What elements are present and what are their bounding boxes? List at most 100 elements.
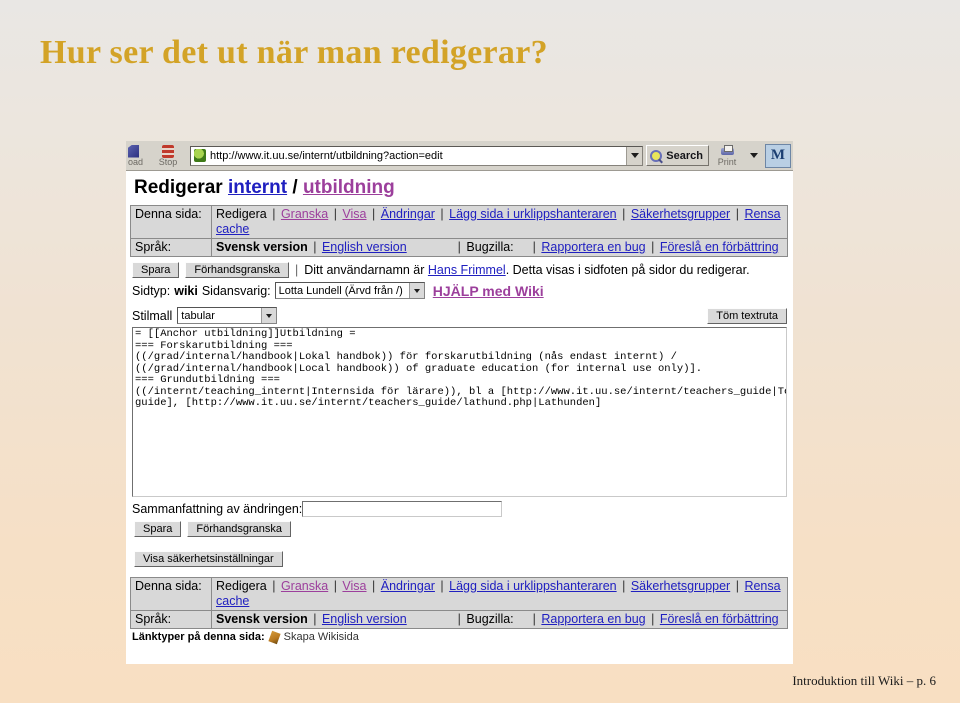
bottom-actions-row: Spara Förhandsgranska [126, 519, 793, 543]
nav-item-redigera: Redigera [216, 579, 267, 593]
mozilla-logo-icon: M [765, 143, 791, 168]
select-arrow-button[interactable] [408, 283, 424, 298]
search-button[interactable]: Search [646, 145, 709, 166]
stylesheet-select[interactable]: tabular [177, 307, 278, 324]
bugzilla-report-link[interactable]: Rapportera en bug [541, 612, 645, 626]
link-types-label: Länktyper på denna sida: [132, 631, 265, 643]
summary-input[interactable] [302, 501, 503, 517]
nav-item-andringar[interactable]: Ändringar [381, 579, 435, 593]
nav-item-andringar[interactable]: Ändringar [381, 207, 435, 221]
divider: | [294, 263, 299, 277]
nav-separator: | [622, 579, 626, 593]
save-button-top[interactable]: Spara [132, 262, 180, 278]
nav-separator: | [440, 207, 444, 221]
select-arrow-button[interactable] [261, 308, 277, 323]
pagetype-value: wiki [174, 283, 198, 298]
heading-link-internt[interactable]: internt [228, 177, 287, 198]
navbar-links-language: Svensk version | English version | Bugzi… [211, 610, 788, 629]
save-button-bottom[interactable]: Spara [134, 521, 182, 537]
owner-select-value: Lotta Lundell (Ärvd från /) [278, 284, 403, 297]
navbar-row-language: Språk: Svensk version | English version … [130, 238, 788, 257]
stylesheet-select-value: tabular [181, 309, 215, 322]
page-meta-row: Sidtyp: wiki Sidansvarig: Lotta Lundell … [126, 280, 793, 303]
owner-label: Sidansvarig: [201, 283, 271, 298]
slide-footer: Introduktion till Wiki – p. 6 [792, 673, 936, 688]
nav-separator: | [440, 579, 444, 593]
heading-prefix: Redigerar [134, 177, 228, 198]
nav-separator: | [372, 207, 376, 221]
bugzilla-suggest-link[interactable]: Föreslå en förbättring [660, 612, 779, 626]
nav-separator: | [272, 579, 276, 593]
navbar-links-page: Redigera | Granska | Visa | Ändringar | … [211, 577, 788, 611]
url-bar[interactable]: http://www.it.uu.se/internt/utbildning?a… [190, 145, 644, 166]
stylesheet-row: Stilmall tabular Töm textruta [126, 303, 793, 327]
nav-separator: | [457, 612, 461, 626]
wiki-source-textarea[interactable]: = [[Anchor utbildning]]Utbildning = === … [132, 327, 787, 497]
lang-english[interactable]: English version [322, 612, 407, 626]
owner-select[interactable]: Lotta Lundell (Ärvd från /) [274, 282, 425, 299]
preview-button-top[interactable]: Förhandsgranska [185, 262, 289, 278]
link-type-skapa-wikisida: Skapa Wikisida [283, 631, 359, 643]
site-favicon-icon [194, 149, 206, 162]
heading-separator: / [287, 177, 303, 198]
nav-item-lagg-sida[interactable]: Lägg sida i urklippshanteraren [449, 207, 616, 221]
heading-link-utbildning[interactable]: utbildning [303, 177, 395, 198]
nav-item-visa[interactable]: Visa [342, 207, 366, 221]
show-security-settings-button[interactable]: Visa säkerhetsinställningar [134, 551, 283, 567]
nav-separator: | [651, 240, 655, 254]
username-notice: Ditt användarnamn är Hans Frimmel. Detta… [304, 263, 749, 277]
nav-separator: | [651, 612, 655, 626]
chevron-down-icon [630, 153, 639, 158]
bugzilla-report-link[interactable]: Rapportera en bug [541, 240, 645, 254]
browser-screenshot: oad Stop http://www.it.uu.se/internt/utb… [126, 141, 793, 664]
stop-icon [162, 144, 174, 158]
summary-label: Sammanfattning av ändringen: [132, 502, 303, 516]
print-dropdown-icon[interactable] [750, 153, 758, 158]
nav-item-sakerhetsgrupper[interactable]: Säkerhetsgrupper [631, 579, 730, 593]
nav-item-lagg-sida[interactable]: Lägg sida i urklippshanteraren [449, 579, 616, 593]
bugzilla-label: Bugzilla: [466, 612, 514, 626]
bugzilla-label: Bugzilla: [466, 240, 514, 254]
stop-button[interactable]: Stop [150, 142, 186, 170]
nav-separator: | [333, 579, 337, 593]
help-wiki-link[interactable]: HJÄLP med Wiki [433, 283, 544, 299]
nav-item-granska[interactable]: Granska [281, 579, 328, 593]
nav-item-visa[interactable]: Visa [342, 579, 366, 593]
search-label: Search [666, 149, 703, 162]
navbar-label-denna-sida: Denna sida: [130, 205, 212, 239]
link-types-row: Länktyper på denna sida: Skapa Wikisida [126, 629, 793, 644]
page-navbar-bottom: Denna sida: Redigera | Granska | Visa | … [130, 577, 788, 629]
security-row: Visa säkerhetsinställningar [126, 543, 793, 577]
nav-item-sakerhetsgrupper[interactable]: Säkerhetsgrupper [631, 207, 730, 221]
navbar-label-denna-sida: Denna sida: [130, 577, 212, 611]
url-dropdown-button[interactable] [626, 146, 643, 165]
navbar-row-page: Denna sida: Redigera | Granska | Visa | … [130, 577, 788, 611]
navbar-links-page: Redigera | Granska | Visa | Ändringar | … [211, 205, 788, 239]
summary-row: Sammanfattning av ändringen: [126, 497, 793, 519]
navbar-row-page: Denna sida: Redigera | Granska | Visa | … [130, 205, 788, 239]
clear-textarea-button[interactable]: Töm textruta [707, 307, 787, 324]
stylesheet-label: Stilmall [132, 308, 173, 323]
nav-separator: | [735, 579, 739, 593]
lang-english[interactable]: English version [322, 240, 407, 254]
url-input[interactable]: http://www.it.uu.se/internt/utbildning?a… [210, 150, 626, 162]
reload-button[interactable]: oad [128, 142, 150, 170]
nav-item-granska[interactable]: Granska [281, 207, 328, 221]
print-button[interactable]: Print [709, 142, 745, 170]
print-label: Print [717, 157, 737, 167]
chevron-down-icon [413, 288, 420, 293]
navbar-label-sprak: Språk: [130, 238, 212, 257]
nav-separator: | [532, 612, 536, 626]
lang-current: Svensk version [216, 240, 308, 254]
navbar-links-language: Svensk version | English version | Bugzi… [211, 238, 788, 257]
reload-label: oad [128, 157, 144, 167]
page-title: Hur ser det ut när man redigerar? [40, 34, 548, 71]
lang-current: Svensk version [216, 612, 308, 626]
nav-separator: | [622, 207, 626, 221]
pencil-icon [268, 630, 281, 644]
bugzilla-suggest-link[interactable]: Föreslå en förbättring [660, 240, 779, 254]
username-link[interactable]: Hans Frimmel [428, 263, 506, 277]
chevron-down-icon [266, 313, 273, 318]
preview-button-bottom[interactable]: Förhandsgranska [187, 521, 291, 537]
printer-icon [720, 144, 735, 158]
